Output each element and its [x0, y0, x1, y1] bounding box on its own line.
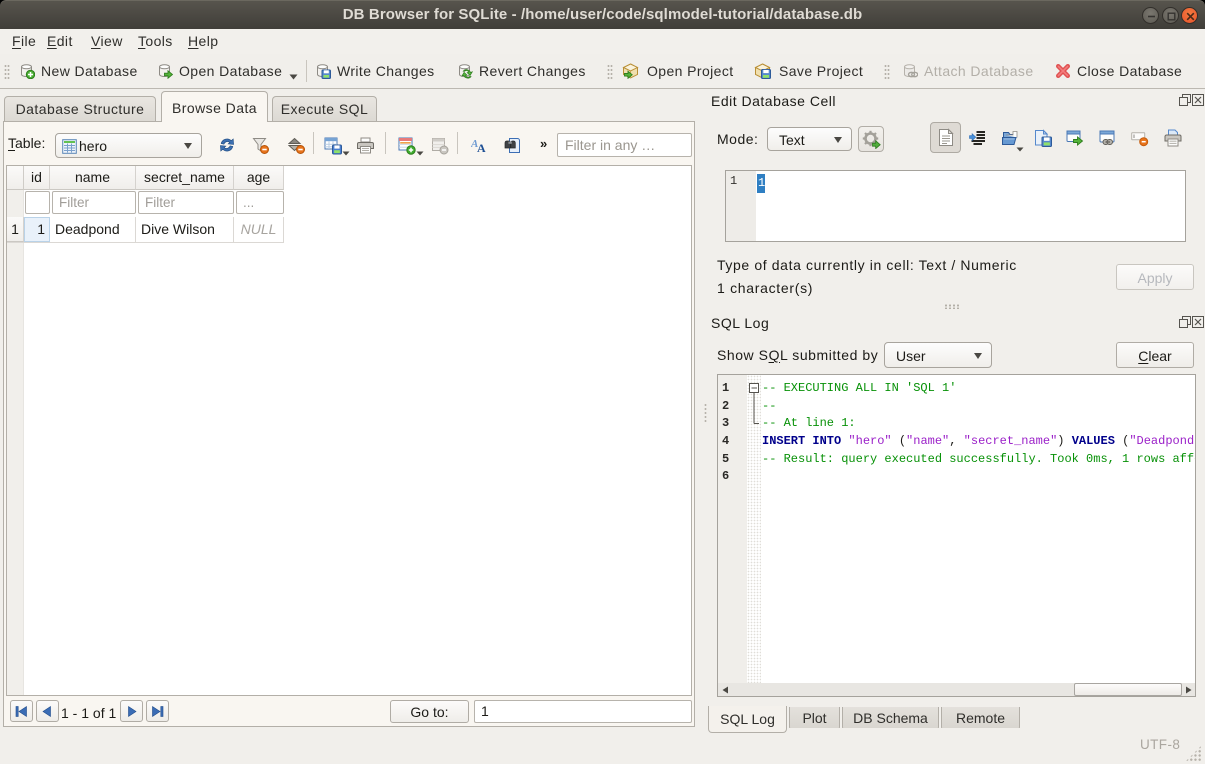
svg-text:A: A: [477, 141, 486, 154]
